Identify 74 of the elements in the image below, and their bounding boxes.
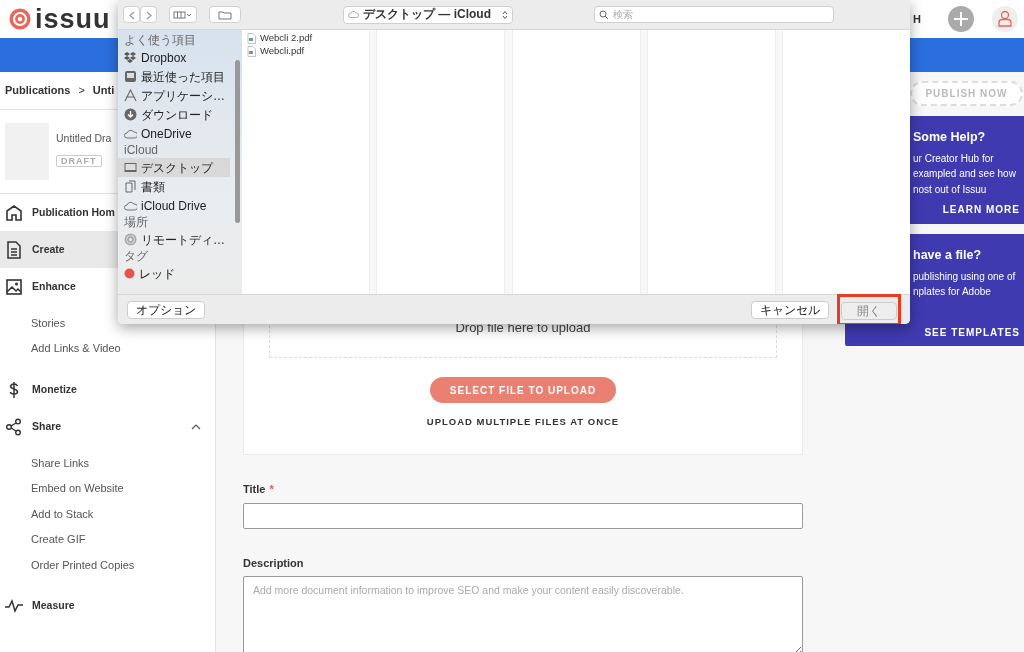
nav-item[interactable]: Share <box>0 408 215 445</box>
breadcrumb-current: Unti <box>92 83 115 99</box>
title-field[interactable] <box>243 502 803 529</box>
section-heading: タグ <box>123 249 149 264</box>
card-text: ur Creator Hub for exampled and see how nost out of Issuu <box>913 151 1017 197</box>
nav-subitem[interactable]: Add to Stack <box>31 505 94 522</box>
sidebar-item[interactable]: 書類 <box>118 177 242 196</box>
nav-link[interactable]: H <box>913 10 921 28</box>
dropbox-icon <box>124 51 137 64</box>
pdf-file-icon <box>247 46 256 57</box>
user-icon[interactable] <box>992 6 1018 32</box>
section-heading: よく使う項目 <box>123 33 197 48</box>
location-popup[interactable]: デスクトップ — iCloud <box>343 5 513 24</box>
sidebar-item[interactable]: OneDrive <box>118 124 242 143</box>
description-field[interactable]: Add more document information to improve SEO and make your content easily discoverable. <box>243 576 803 652</box>
cancel-button[interactable]: キャンセル <box>751 300 829 319</box>
share-icon <box>4 416 24 437</box>
publication-title: Untitled Dra <box>56 131 112 146</box>
back-icon <box>128 10 135 20</box>
breadcrumb-link[interactable]: Publications <box>5 82 71 99</box>
cloud-icon <box>348 11 359 18</box>
disc-icon <box>124 233 137 246</box>
cloud-icon <box>124 127 137 140</box>
cloud-icon <box>124 199 137 212</box>
sidebar-item[interactable]: 最近使った項目 <box>118 67 242 86</box>
forward-icon <box>145 10 152 20</box>
view-button[interactable] <box>169 6 197 23</box>
home-icon <box>4 202 24 223</box>
file-item[interactable]: Webcli.pdf <box>247 45 364 58</box>
sidebar-item[interactable]: iCloud Drive <box>118 196 242 215</box>
logo-icon <box>9 8 31 30</box>
status-badge: DRAFT <box>56 154 102 167</box>
card-title: have a file? <box>913 247 983 264</box>
forward-button[interactable] <box>140 6 157 23</box>
nav-subitem[interactable]: Share Links <box>31 454 90 471</box>
required-mark: * <box>269 483 274 496</box>
card-link[interactable]: LEARN MORE <box>913 202 1020 218</box>
card-text: publishing using one of nplates for Adobe <box>913 269 1017 300</box>
options-button[interactable]: オプション <box>127 300 205 319</box>
document-icon <box>4 239 24 260</box>
nav-item[interactable]: Measure <box>0 587 215 625</box>
documents-icon <box>124 180 137 193</box>
folder-icon <box>218 10 232 21</box>
breadcrumb-separator: > <box>78 83 85 99</box>
back-button[interactable] <box>123 6 140 23</box>
search-icon <box>599 9 609 20</box>
nav-item[interactable]: Monetize <box>0 371 215 408</box>
sidebar-item[interactable]: アプリケーシ… <box>118 86 242 105</box>
card-title: Some Help? <box>913 129 987 146</box>
sidebar-item[interactable]: ダウンロード <box>118 105 242 124</box>
nav-subitem[interactable]: Order Printed Copies <box>31 556 135 573</box>
field-label: Title <box>243 483 266 496</box>
sidebar-item[interactable]: Dropbox <box>118 48 242 67</box>
apps-icon <box>124 89 137 102</box>
add-icon[interactable] <box>948 6 974 32</box>
field-label: Description <box>243 556 304 569</box>
logo-text: issuu <box>35 5 111 33</box>
nav-subitem[interactable]: Stories <box>31 314 66 331</box>
sidebar-item[interactable]: デスクトップ <box>118 158 230 177</box>
nav-subitem[interactable]: Add Links & Video <box>31 340 121 357</box>
file-item[interactable]: Webcli 2.pdf <box>247 32 364 45</box>
nav-subitem[interactable]: Create GIF <box>31 531 86 548</box>
image-icon <box>4 276 24 297</box>
upload-multiple-link[interactable]: UPLOAD MULTIPLE FILES AT ONCE <box>426 415 620 430</box>
section-heading: iCloud <box>123 143 160 158</box>
download-icon <box>124 108 137 121</box>
desktop-icon <box>124 161 137 174</box>
columns-icon <box>173 11 193 20</box>
pdf-file-icon <box>247 33 256 44</box>
card-link[interactable]: SEE TEMPLATES <box>913 324 1020 340</box>
nav-subitem[interactable]: Embed on Website <box>31 480 124 497</box>
updown-icon <box>502 9 508 20</box>
section-heading: 場所 <box>123 215 149 230</box>
new-folder-button[interactable] <box>209 6 241 23</box>
